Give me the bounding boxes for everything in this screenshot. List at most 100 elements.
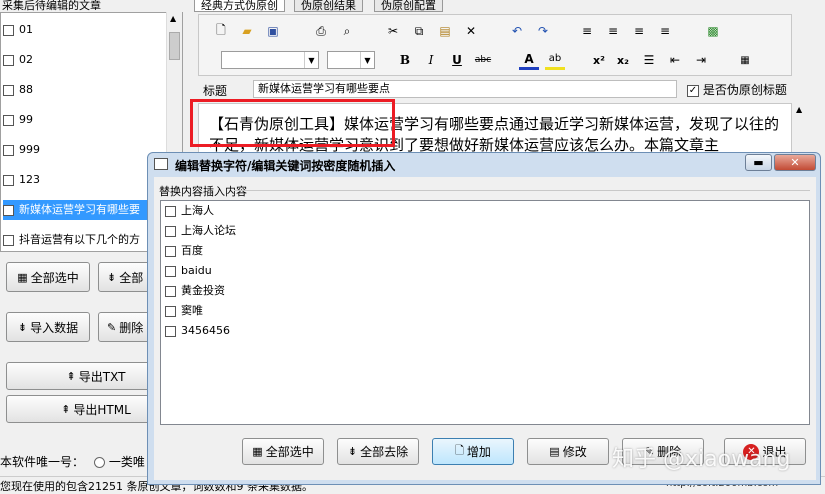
highlight-annotation-box [190,99,395,147]
import-icon: ⇟ [17,320,28,334]
left-header: 采集后待编辑的文章 [2,0,101,11]
bold-icon[interactable]: B [395,50,415,70]
dialog-select-all-button[interactable]: ▦ 全部选中 [242,438,324,465]
checkbox-checked-icon[interactable]: ✓ [687,84,699,97]
close-button[interactable]: ✕ [774,154,816,171]
add-doc-icon: 🗋 [455,444,464,457]
checkbox[interactable] [165,245,176,257]
save-icon[interactable]: ▣ [263,21,283,41]
list-item[interactable]: 上海人 [165,201,214,221]
checkbox[interactable] [165,225,176,237]
dialog-modify-button[interactable]: ▤ 修改 [527,438,609,465]
remove-all-icon: ⇟ [347,445,358,458]
list-item[interactable]: 3456456 [165,321,230,341]
font-color-icon[interactable]: A [519,50,539,70]
preview-icon[interactable]: ⌕ [337,21,357,41]
export-icon: ⇞ [61,402,71,416]
checkbox[interactable] [3,114,14,126]
scroll-thumb[interactable] [169,32,180,60]
tab-classic[interactable]: 经典方式伪原创 [194,0,285,12]
keyword-list[interactable]: 上海人 上海人论坛 百度 baidu 黄金投资 窦唯 3456456 [160,200,810,425]
list-item[interactable]: 88 [3,80,178,100]
dialog-remove-all-button[interactable]: ⇟ 全部去除 [337,438,419,465]
checkbox[interactable] [165,325,176,337]
subscript-icon[interactable]: x₂ [613,50,633,70]
edit-icon: ▤ [549,445,560,458]
checkbox[interactable] [3,54,14,66]
eraser-icon: ✎ [107,320,117,334]
font-name-select[interactable]: ▼ [221,51,319,69]
minimize-button[interactable]: ▬ [745,154,772,171]
dialog-body: 替换内容插入内容 上海人 上海人论坛 百度 baidu 黄金投资 窦唯 3456… [154,177,816,480]
checkbox[interactable] [3,144,14,156]
paste-icon[interactable]: ▤ [435,21,455,41]
content-scrollbar[interactable]: ▲ [792,103,808,153]
editor-toolbar: 🗋 ▰ ▣ ⎙ ⌕ ✂ ⧉ ▤ ✕ ↶ ↷ ≡ ≡ ≡ ≡ ▩ ▼ ▼ B I … [198,14,792,76]
title-input[interactable]: 新媒体运营学习有哪些要点 [253,80,677,98]
checkbox[interactable] [165,265,176,277]
align-left-icon[interactable]: ≡ [577,21,597,41]
radio-option[interactable]: 一类唯 [94,453,145,470]
list-item[interactable]: 窦唯 [165,301,203,321]
list-item[interactable]: 百度 [165,241,203,261]
italic-icon[interactable]: I [421,50,441,70]
checkbox[interactable] [3,84,14,96]
list-item[interactable]: 02 [3,50,178,70]
list-item[interactable]: baidu [165,261,212,281]
unique-id-label: 本软件唯一号： [0,455,85,469]
import-data-button[interactable]: ⇟ 导入数据 [6,312,90,342]
tab-result[interactable]: 伪原创结果 [294,0,363,12]
align-right-icon[interactable]: ≡ [629,21,649,41]
radio-icon[interactable] [94,457,105,468]
chevron-down-icon[interactable]: ▼ [304,52,318,68]
delete-x-icon[interactable]: ✕ [461,21,481,41]
checkbox[interactable] [165,285,176,297]
minimize-icon: ▬ [753,156,764,169]
open-folder-icon[interactable]: ▰ [237,21,257,41]
scroll-up-icon[interactable]: ▲ [796,105,802,114]
checkbox[interactable] [3,234,14,246]
print-icon[interactable]: ⎙ [311,21,331,41]
checkbox[interactable] [165,205,176,217]
group-label: 替换内容插入内容 [159,185,247,198]
list-item[interactable]: 上海人论坛 [165,221,236,241]
export-icon: ⇞ [66,369,76,383]
list-item[interactable]: 01 [3,20,178,40]
title-label: 标题 [203,84,228,98]
select-all-tool-icon[interactable]: ▦ [735,50,755,70]
scroll-up-icon[interactable]: ▲ [170,14,176,23]
rewrite-title-checkbox[interactable]: ✓ 是否伪原创标题 [687,81,787,98]
superscript-icon[interactable]: x² [589,50,609,70]
justify-icon[interactable]: ≡ [655,21,675,41]
font-size-select[interactable]: ▼ [327,51,375,69]
replace-dialog: 编辑替换字符/编辑关键词按密度随机插入 ▬ ✕ 替换内容插入内容 上海人 上海人… [147,152,821,485]
align-center-icon[interactable]: ≡ [603,21,623,41]
redo-icon[interactable]: ↷ [533,21,553,41]
deselect-icon: ⇟ [107,270,117,284]
chevron-down-icon[interactable]: ▼ [360,52,374,68]
checkbox[interactable] [165,305,176,317]
dialog-add-button[interactable]: 🗋 增加 [432,438,514,465]
insert-image-icon[interactable]: ▩ [703,21,723,41]
watermark-text: 知乎 @xiaowang [612,447,791,472]
outdent-icon[interactable]: ⇤ [665,50,685,70]
checkbox[interactable] [3,204,14,216]
strikethrough-icon[interactable]: abc [473,50,493,70]
select-all-icon: ▦ [17,270,28,284]
new-doc-icon[interactable]: 🗋 [211,21,231,41]
select-all-button[interactable]: ▦ 全部选中 [6,262,90,292]
checkbox[interactable] [3,174,14,186]
highlight-icon[interactable]: ab [545,50,565,70]
tab-config[interactable]: 伪原创配置 [374,0,443,12]
undo-icon[interactable]: ↶ [507,21,527,41]
list-item[interactable]: 99 [3,110,178,130]
copy-icon[interactable]: ⧉ [409,21,429,41]
list-item[interactable]: 黄金投资 [165,281,225,301]
numbered-list-icon[interactable]: ☰ [639,50,659,70]
cut-icon[interactable]: ✂ [383,21,403,41]
checkbox[interactable] [3,24,14,36]
close-icon: ✕ [790,156,800,169]
dialog-title: 编辑替换字符/编辑关键词按密度随机插入 [175,159,396,173]
underline-icon[interactable]: U [447,50,467,70]
indent-icon[interactable]: ⇥ [691,50,711,70]
